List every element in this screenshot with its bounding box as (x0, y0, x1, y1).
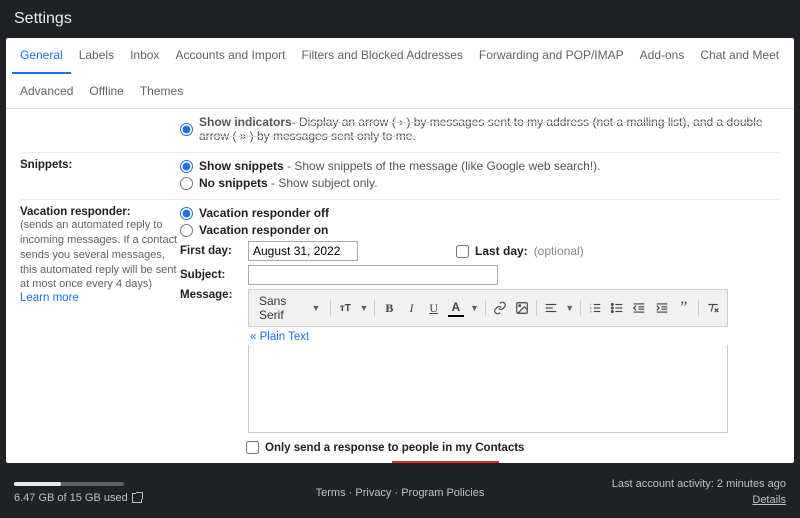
indent-less-icon[interactable] (631, 299, 647, 317)
radio-show-indicators[interactable] (180, 123, 193, 136)
snippets-no-option[interactable]: No snippets - Show subject only. (180, 176, 780, 190)
message-editor[interactable] (248, 345, 728, 433)
bulleted-list-icon[interactable] (609, 299, 625, 317)
only-contacts-label: Only send a response to people in my Con… (265, 442, 524, 454)
last-day-label: Last day: (475, 244, 528, 258)
tab-chat[interactable]: Chat and Meet (692, 38, 787, 74)
subject-label: Subject: (180, 269, 240, 281)
vacation-off-label: Vacation responder off (199, 206, 329, 220)
tab-themes[interactable]: Themes (132, 74, 191, 108)
external-link-icon[interactable] (132, 493, 142, 503)
tab-filters[interactable]: Filters and Blocked Addresses (294, 38, 471, 74)
privacy-link[interactable]: Privacy (355, 487, 391, 499)
chevron-down-icon: ▼ (565, 303, 574, 313)
vacation-label: Vacation responder: (20, 206, 180, 218)
only-contacts-checkbox[interactable] (246, 441, 259, 454)
message-label: Message: (180, 289, 240, 301)
numbered-list-icon[interactable]: 123 (587, 299, 603, 317)
indicators-option[interactable]: Show indicators- Display an arrow ( › ) … (180, 115, 780, 143)
snippets-show-option[interactable]: Show snippets - Show snippets of the mes… (180, 159, 780, 173)
radio-vacation-off[interactable] (180, 207, 193, 220)
text-size-icon[interactable]: тT (337, 299, 353, 317)
snippets-no-desc: - Show subject only. (268, 176, 378, 190)
italic-icon[interactable]: I (403, 299, 419, 317)
snippets-show-label: Show snippets (199, 159, 284, 173)
bold-icon[interactable]: B (381, 299, 397, 317)
vacation-on-option[interactable]: Vacation responder on (180, 223, 780, 237)
quote-icon[interactable]: ” (676, 299, 692, 317)
first-day-label: First day: (180, 245, 240, 257)
details-link[interactable]: Details (752, 494, 786, 506)
indent-more-icon[interactable] (654, 299, 670, 317)
svg-text:3: 3 (590, 310, 592, 314)
remove-formatting-icon[interactable] (705, 299, 721, 317)
vacation-hint: (sends an automated reply to incoming me… (20, 218, 180, 292)
vacation-off-option[interactable]: Vacation responder off (180, 206, 780, 220)
font-name: Sans Serif (259, 294, 307, 322)
terms-link[interactable]: Terms (316, 487, 346, 499)
activity-text: Last account activity: 2 minutes ago (612, 477, 786, 492)
image-icon[interactable] (514, 299, 530, 317)
radio-show-snippets[interactable] (180, 160, 193, 173)
first-day-input[interactable] (248, 241, 358, 261)
chevron-down-icon: ▼ (359, 303, 368, 313)
settings-panel: General Labels Inbox Accounts and Import… (6, 38, 794, 463)
last-day-optional: (optional) (534, 244, 584, 258)
radio-vacation-on[interactable] (180, 224, 193, 237)
tab-forwarding[interactable]: Forwarding and POP/IMAP (471, 38, 632, 74)
chevron-down-icon: ▼ (311, 303, 320, 313)
tab-labels[interactable]: Labels (71, 38, 122, 74)
tab-general[interactable]: General (12, 38, 71, 74)
font-select[interactable]: Sans Serif ▼ (255, 294, 324, 322)
snippets-show-desc: - Show snippets of the message (like Goo… (284, 159, 601, 173)
tab-offline[interactable]: Offline (81, 74, 131, 108)
learn-more-link[interactable]: Learn more (20, 292, 79, 304)
indicators-label: Show indicators (199, 115, 292, 129)
vacation-on-label: Vacation responder on (199, 223, 328, 237)
editor-toolbar: Sans Serif ▼ тT ▼ B I U A (248, 289, 728, 327)
snippets-no-label: No snippets (199, 176, 268, 190)
policies-link[interactable]: Program Policies (401, 487, 484, 499)
underline-icon[interactable]: U (426, 299, 442, 317)
snippets-label: Snippets: (20, 159, 180, 171)
plain-text-link[interactable]: « Plain Text (250, 331, 309, 343)
storage-text[interactable]: 6.47 GB of 15 GB used (14, 492, 128, 504)
tab-addons[interactable]: Add-ons (632, 38, 693, 74)
text-color-icon[interactable]: A (448, 299, 464, 317)
align-icon[interactable] (543, 299, 559, 317)
tabs-bar: General Labels Inbox Accounts and Import… (6, 38, 794, 109)
chevron-down-icon: ▼ (470, 303, 479, 313)
radio-no-snippets[interactable] (180, 177, 193, 190)
link-icon[interactable] (492, 299, 508, 317)
last-day-checkbox[interactable] (456, 245, 469, 258)
subject-input[interactable] (248, 265, 498, 285)
tab-inbox[interactable]: Inbox (122, 38, 167, 74)
storage-bar (14, 482, 124, 486)
tab-accounts[interactable]: Accounts and Import (167, 38, 293, 74)
page-title: Settings (0, 0, 800, 38)
footer: 6.47 GB of 15 GB used Terms · Privacy · … (0, 469, 800, 518)
tab-advanced[interactable]: Advanced (12, 74, 81, 108)
